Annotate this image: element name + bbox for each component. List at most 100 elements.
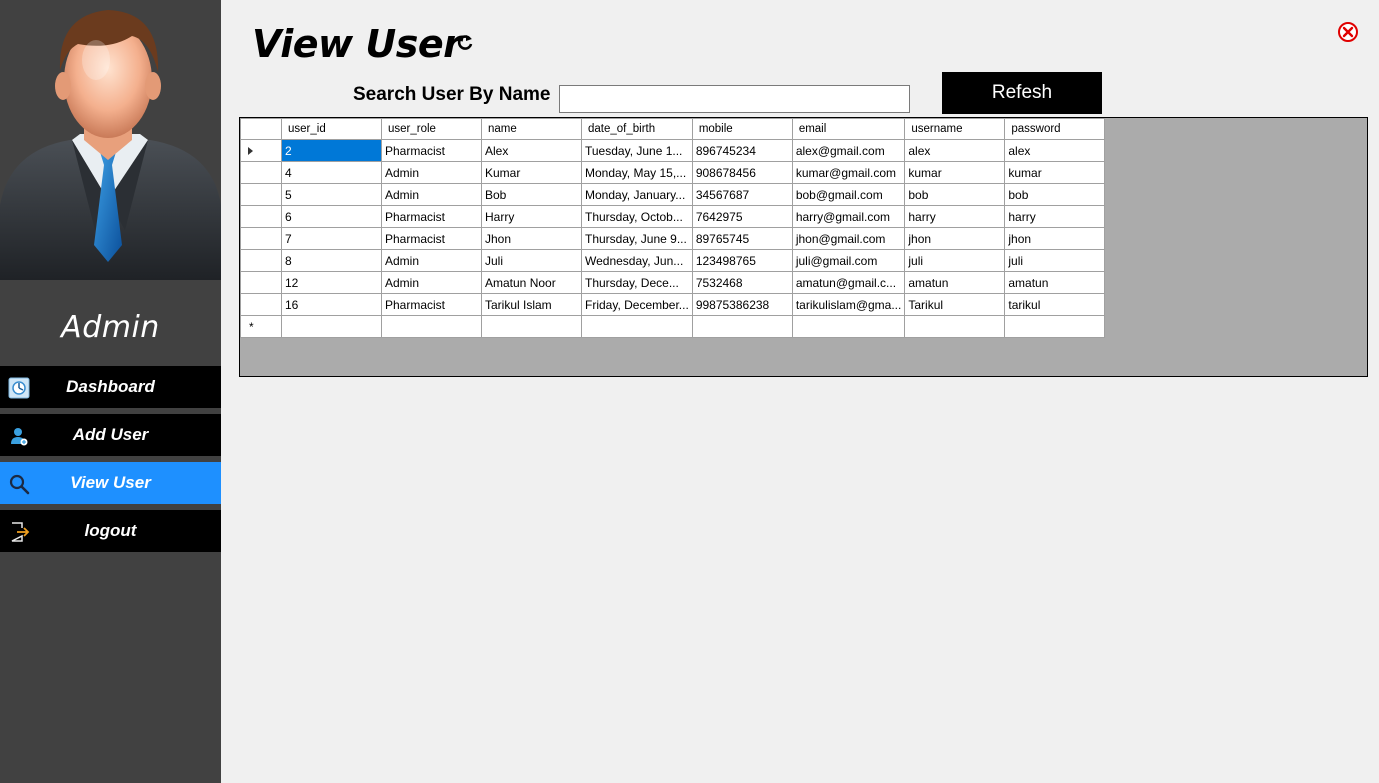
cell-email[interactable]: kumar@gmail.com — [791, 161, 906, 184]
row-header[interactable] — [240, 183, 282, 206]
nav-view-user[interactable]: View User — [0, 462, 221, 504]
cell-password[interactable]: tarikul — [1004, 293, 1106, 316]
users-grid[interactable]: user_id user_role name date_of_birth mob… — [239, 117, 1368, 377]
cell-username[interactable] — [904, 315, 1006, 338]
cell-user-role[interactable]: Admin — [381, 161, 482, 184]
refresh-button[interactable]: Refesh — [942, 72, 1102, 114]
cell-email[interactable]: bob@gmail.com — [791, 183, 906, 206]
table-row[interactable]: 8 Admin Juli Wednesday, Jun... 123498765… — [240, 249, 1106, 272]
cell-user-id[interactable]: 8 — [281, 249, 382, 272]
cell-user-role[interactable] — [381, 315, 482, 338]
col-header-email[interactable]: email — [791, 118, 906, 140]
cell-date-of-birth[interactable]: Tuesday, June 1... — [581, 139, 693, 162]
reload-icon[interactable] — [455, 33, 475, 53]
cell-user-role[interactable]: Pharmacist — [381, 293, 482, 316]
cell-date-of-birth[interactable]: Thursday, Dece... — [581, 271, 693, 294]
new-row[interactable]: * — [240, 315, 1106, 338]
cell-mobile[interactable]: 908678456 — [691, 161, 793, 184]
cell-mobile[interactable]: 99875386238 — [691, 293, 793, 316]
cell-password[interactable]: harry — [1004, 205, 1106, 228]
cell-mobile[interactable]: 123498765 — [691, 249, 793, 272]
cell-username[interactable]: juli — [904, 249, 1006, 272]
cell-mobile[interactable]: 896745234 — [691, 139, 793, 162]
cell-password[interactable]: kumar — [1004, 161, 1106, 184]
nav-dashboard[interactable]: Dashboard — [0, 366, 221, 408]
nav-logout[interactable]: logout — [0, 510, 221, 552]
cell-mobile[interactable] — [691, 315, 793, 338]
cell-mobile[interactable]: 7642975 — [691, 205, 793, 228]
cell-email[interactable]: harry@gmail.com — [791, 205, 906, 228]
cell-user-role[interactable]: Admin — [381, 271, 482, 294]
cell-name[interactable]: Amatun Noor — [481, 271, 582, 294]
cell-password[interactable]: alex — [1004, 139, 1106, 162]
cell-name[interactable] — [481, 315, 582, 338]
cell-date-of-birth[interactable]: Friday, December... — [581, 293, 693, 316]
cell-username[interactable]: jhon — [904, 227, 1006, 250]
col-header-username[interactable]: username — [904, 118, 1006, 140]
table-row[interactable]: 4 Admin Kumar Monday, May 15,... 9086784… — [240, 161, 1106, 184]
cell-name[interactable]: Kumar — [481, 161, 582, 184]
row-header[interactable] — [240, 205, 282, 228]
col-header-password[interactable]: password — [1004, 118, 1106, 140]
cell-mobile[interactable]: 34567687 — [691, 183, 793, 206]
cell-name[interactable]: Tarikul Islam — [481, 293, 582, 316]
cell-user-role[interactable]: Pharmacist — [381, 139, 482, 162]
cell-password[interactable]: amatun — [1004, 271, 1106, 294]
cell-email[interactable]: jhon@gmail.com — [791, 227, 906, 250]
cell-date-of-birth[interactable]: Thursday, June 9... — [581, 227, 693, 250]
cell-date-of-birth[interactable]: Monday, January... — [581, 183, 693, 206]
row-header[interactable] — [240, 161, 282, 184]
cell-user-id[interactable]: 7 — [281, 227, 382, 250]
cell-user-id[interactable]: 6 — [281, 205, 382, 228]
cell-username[interactable]: amatun — [904, 271, 1006, 294]
cell-date-of-birth[interactable]: Thursday, Octob... — [581, 205, 693, 228]
cell-user-role[interactable]: Pharmacist — [381, 227, 482, 250]
cell-username[interactable]: bob — [904, 183, 1006, 206]
col-header-mobile[interactable]: mobile — [691, 118, 793, 140]
close-icon[interactable] — [1337, 21, 1359, 43]
col-header-date-of-birth[interactable]: date_of_birth — [581, 118, 693, 140]
cell-user-role[interactable]: Admin — [381, 249, 482, 272]
table-row[interactable]: 16 Pharmacist Tarikul Islam Friday, Dece… — [240, 293, 1106, 316]
cell-password[interactable]: bob — [1004, 183, 1106, 206]
cell-username[interactable]: alex — [904, 139, 1006, 162]
cell-date-of-birth[interactable]: Wednesday, Jun... — [581, 249, 693, 272]
nav-add-user[interactable]: Add User — [0, 414, 221, 456]
row-header[interactable] — [240, 271, 282, 294]
cell-user-id[interactable]: 12 — [281, 271, 382, 294]
cell-name[interactable]: Bob — [481, 183, 582, 206]
cell-user-id[interactable]: 16 — [281, 293, 382, 316]
cell-user-id[interactable]: 4 — [281, 161, 382, 184]
cell-date-of-birth[interactable]: Monday, May 15,... — [581, 161, 693, 184]
cell-password[interactable]: juli — [1004, 249, 1106, 272]
row-header[interactable] — [240, 249, 282, 272]
cell-email[interactable]: alex@gmail.com — [791, 139, 906, 162]
search-input[interactable] — [559, 85, 910, 113]
cell-username[interactable]: kumar — [904, 161, 1006, 184]
table-row[interactable]: 2 Pharmacist Alex Tuesday, June 1... 896… — [240, 139, 1106, 162]
col-header-user-role[interactable]: user_role — [381, 118, 482, 140]
cell-email[interactable]: juli@gmail.com — [791, 249, 906, 272]
cell-user-role[interactable]: Pharmacist — [381, 205, 482, 228]
row-header[interactable] — [240, 293, 282, 316]
table-row[interactable]: 6 Pharmacist Harry Thursday, Octob... 76… — [240, 205, 1106, 228]
cell-name[interactable]: Jhon — [481, 227, 582, 250]
row-header[interactable] — [240, 139, 282, 162]
cell-name[interactable]: Harry — [481, 205, 582, 228]
table-row[interactable]: 12 Admin Amatun Noor Thursday, Dece... 7… — [240, 271, 1106, 294]
cell-date-of-birth[interactable] — [581, 315, 693, 338]
cell-mobile[interactable]: 7532468 — [691, 271, 793, 294]
cell-user-id[interactable]: 5 — [281, 183, 382, 206]
cell-password[interactable] — [1004, 315, 1106, 338]
cell-user-role[interactable]: Admin — [381, 183, 482, 206]
row-header[interactable] — [240, 227, 282, 250]
table-row[interactable]: 5 Admin Bob Monday, January... 34567687 … — [240, 183, 1106, 206]
cell-email[interactable] — [791, 315, 906, 338]
cell-password[interactable]: jhon — [1004, 227, 1106, 250]
col-header-user-id[interactable]: user_id — [281, 118, 382, 140]
cell-email[interactable]: tarikulislam@gma... — [791, 293, 906, 316]
cell-email[interactable]: amatun@gmail.c... — [791, 271, 906, 294]
cell-username[interactable]: harry — [904, 205, 1006, 228]
cell-mobile[interactable]: 89765745 — [691, 227, 793, 250]
table-row[interactable]: 7 Pharmacist Jhon Thursday, June 9... 89… — [240, 227, 1106, 250]
